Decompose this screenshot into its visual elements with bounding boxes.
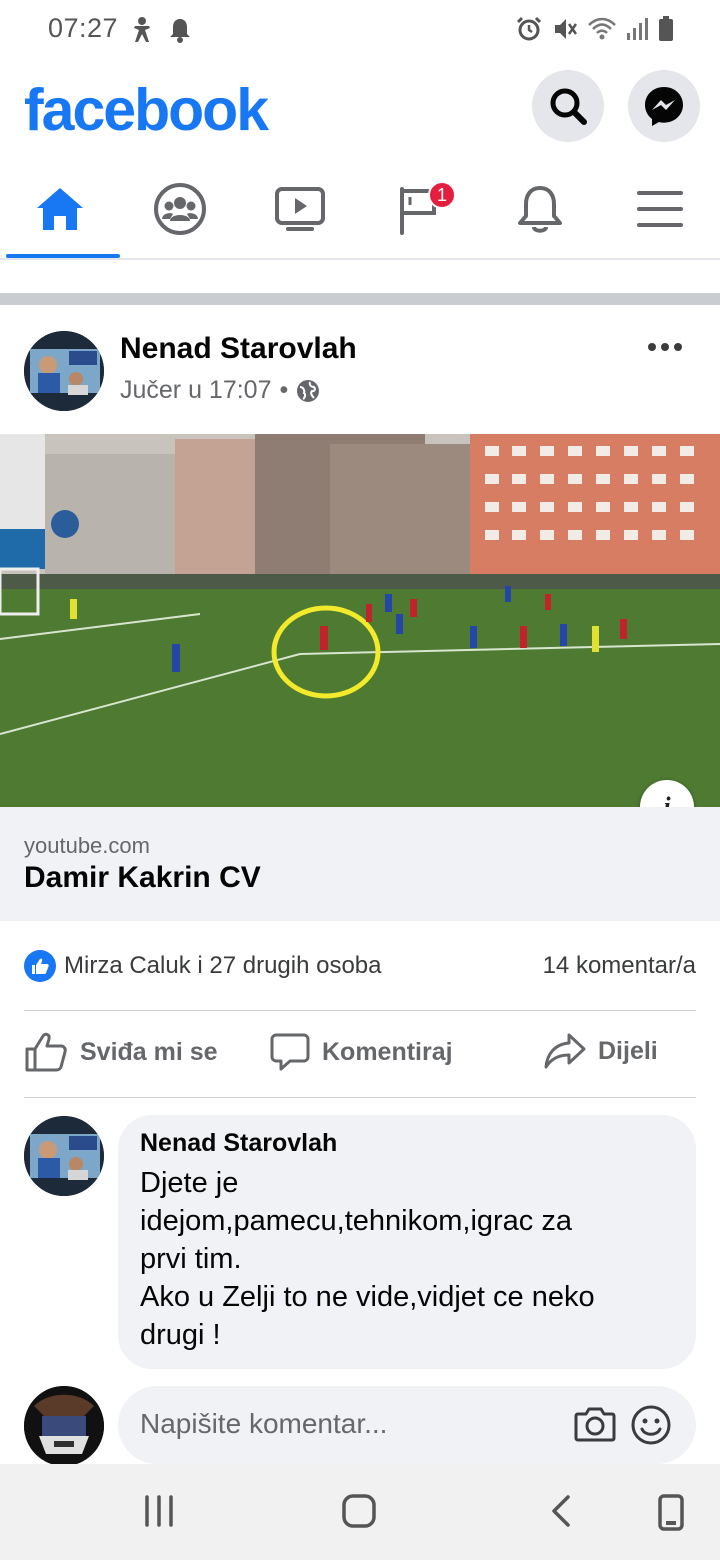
avatar-image	[24, 1386, 104, 1466]
like-button[interactable]: Sviđa mi se	[24, 1032, 218, 1072]
tab-menu[interactable]	[600, 160, 720, 258]
share-label: Dijeli	[598, 1036, 658, 1065]
battery-icon	[659, 16, 673, 41]
dot	[674, 343, 682, 351]
post-options-button[interactable]	[640, 332, 690, 362]
video-thumbnail[interactable]	[0, 434, 720, 807]
comment-label: Komentiraj	[322, 1037, 453, 1066]
camera-icon	[574, 1407, 616, 1442]
back-button[interactable]	[548, 1494, 574, 1533]
emoji-button[interactable]	[630, 1404, 672, 1451]
recents-icon	[145, 1495, 173, 1527]
reactions-summary[interactable]: Mirza Caluk i 27 drugih osoba 14 komenta…	[24, 948, 696, 984]
divider	[24, 1010, 696, 1011]
status-left-icons	[130, 16, 192, 44]
tab-groups[interactable]	[120, 160, 240, 258]
back-icon	[552, 1495, 570, 1527]
video-icon	[275, 187, 325, 231]
rotate-icon	[658, 1494, 684, 1531]
comment-author[interactable]: Nenad Starovlah	[140, 1129, 674, 1158]
post-actions: Sviđa mi se Komentiraj Dijeli	[0, 1020, 720, 1090]
post-author-name[interactable]: Nenad Starovlah	[120, 332, 357, 366]
reactions-text: Mirza Caluk i 27 drugih osoba	[64, 952, 382, 979]
link-preview[interactable]: youtube.com Damir Kakrin CV	[0, 807, 720, 921]
tab-home[interactable]	[0, 160, 120, 258]
status-bar: 07:27	[0, 0, 720, 60]
alarm-icon	[516, 16, 542, 41]
messenger-button[interactable]	[628, 70, 700, 142]
link-title: Damir Kakrin CV	[24, 861, 261, 894]
facebook-logo[interactable]: facebook	[24, 76, 269, 144]
comments-count[interactable]: 14 komentar/a	[543, 952, 696, 980]
camera-button[interactable]	[574, 1404, 616, 1449]
search-icon	[550, 88, 587, 125]
tab-notifications[interactable]	[480, 160, 600, 258]
search-button[interactable]	[532, 70, 604, 142]
comment-text: Djete je idejom,pamecu,tehnikom,igrac za…	[140, 1167, 595, 1351]
menu-icon	[637, 191, 683, 227]
like-reaction-icon	[24, 950, 56, 982]
meta-separator: •	[279, 376, 289, 404]
share-icon	[544, 1033, 586, 1069]
commenter-avatar[interactable]	[24, 1116, 104, 1196]
accessibility-icon	[134, 17, 150, 42]
dot	[661, 343, 669, 351]
android-nav-bar	[0, 1464, 720, 1560]
home-circle-icon	[342, 1494, 376, 1528]
notification-bell-icon	[170, 19, 190, 43]
share-button[interactable]: Dijeli	[544, 1032, 658, 1070]
tab-watch[interactable]	[240, 160, 360, 258]
comment-composer[interactable]	[118, 1386, 696, 1464]
bell-icon	[518, 186, 562, 233]
signal-icon	[627, 18, 648, 40]
tab-pages[interactable]: 1	[360, 160, 480, 258]
like-label: Sviđa mi se	[80, 1037, 218, 1066]
comment-button[interactable]: Komentiraj	[270, 1032, 453, 1072]
avatar-image	[24, 1116, 104, 1196]
comment-input[interactable]	[140, 1408, 540, 1440]
tab-bar: 1	[0, 160, 720, 260]
home-icon	[37, 188, 83, 230]
post-timestamp[interactable]: Jučer u 17:07	[120, 376, 272, 405]
notification-badge: 1	[428, 181, 456, 209]
current-user-avatar	[24, 1386, 104, 1466]
wifi-icon	[588, 17, 616, 40]
post-meta: Jučer u 17:07 •	[120, 376, 320, 405]
home-button[interactable]	[341, 1494, 377, 1533]
comment-icon	[270, 1033, 310, 1071]
recents-button[interactable]	[143, 1494, 175, 1533]
globe-icon	[297, 379, 320, 402]
messenger-icon	[645, 87, 683, 126]
groups-icon	[154, 183, 206, 235]
football-field-image	[0, 434, 720, 807]
mute-icon	[555, 19, 578, 39]
comment-bubble[interactable]: Nenad Starovlah Djete je idejom,pamecu,t…	[118, 1115, 696, 1369]
feed-separator	[0, 293, 720, 305]
avatar-image	[24, 331, 104, 411]
emoji-icon	[631, 1405, 671, 1445]
status-time: 07:27	[48, 13, 119, 43]
author-avatar[interactable]	[24, 331, 104, 411]
divider	[24, 1097, 696, 1098]
link-domain: youtube.com	[24, 833, 150, 858]
app-header: facebook	[0, 60, 720, 160]
status-right-icons	[516, 16, 674, 42]
dot	[648, 343, 656, 351]
thumbs-up-icon	[25, 1032, 67, 1072]
rotate-button[interactable]	[656, 1494, 686, 1537]
